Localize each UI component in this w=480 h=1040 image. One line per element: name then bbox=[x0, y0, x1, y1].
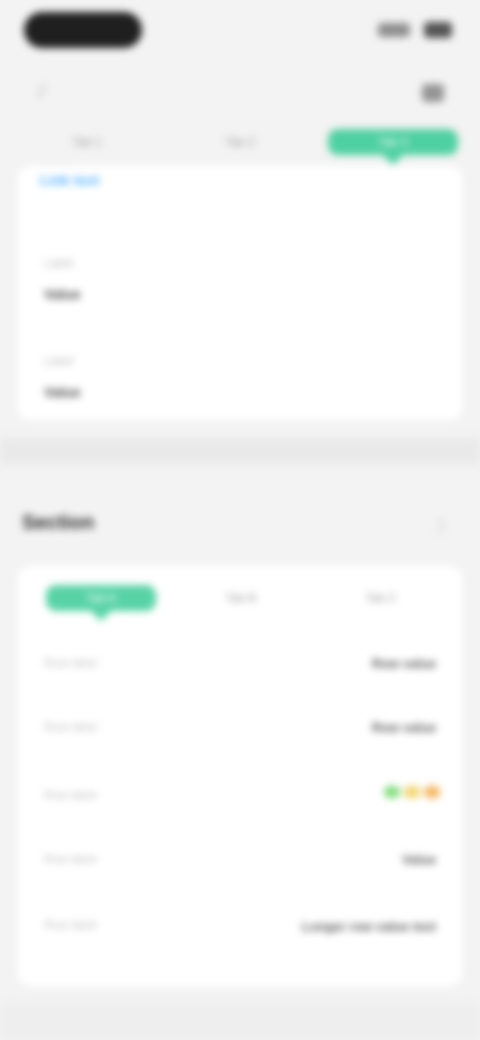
battery-icon bbox=[424, 22, 452, 38]
chevron-left-icon[interactable] bbox=[37, 84, 56, 98]
tab-a[interactable]: Tab A bbox=[46, 585, 156, 611]
tab-2[interactable]: Tab 2 bbox=[175, 135, 305, 149]
section-title: Section bbox=[22, 512, 95, 534]
link-text[interactable]: Link text bbox=[40, 172, 99, 188]
chevron-right-icon[interactable] bbox=[429, 517, 447, 535]
blurred-content: Tab 1 Tab 2 Tab 3 Link text Label Value … bbox=[0, 0, 480, 1040]
top-tabs: Tab 1 Tab 2 Tab 3 bbox=[22, 122, 458, 162]
tab-3[interactable]: Tab 3 bbox=[328, 129, 458, 155]
status-pill bbox=[24, 12, 142, 48]
color-dots bbox=[384, 786, 440, 798]
top-card bbox=[18, 166, 462, 420]
row-3-label: Row label bbox=[44, 788, 97, 802]
signal-icon bbox=[378, 23, 410, 37]
section-divider bbox=[0, 438, 480, 464]
row-2-label: Row label bbox=[44, 720, 97, 734]
field-1-label: Label bbox=[44, 256, 74, 270]
row-4-value: Value bbox=[402, 852, 436, 867]
dot-yellow bbox=[404, 786, 420, 798]
menu-icon[interactable] bbox=[422, 84, 444, 102]
bottom-tabs: Tab A Tab B Tab C bbox=[46, 584, 436, 612]
row-5-label: Row label bbox=[44, 918, 97, 932]
tab-c[interactable]: Tab C bbox=[326, 591, 436, 605]
row-4-label: Row label bbox=[44, 852, 97, 866]
field-2-label: Label bbox=[44, 354, 74, 368]
row-5-value: Longer row value text bbox=[301, 919, 436, 934]
row-1-value: Row value bbox=[371, 656, 436, 671]
dot-green bbox=[384, 786, 400, 798]
field-2-value: Value bbox=[44, 384, 81, 400]
row-2-value: Row value bbox=[371, 720, 436, 735]
phone-screen: Tab 1 Tab 2 Tab 3 Link text Label Value … bbox=[0, 0, 480, 1040]
status-right bbox=[378, 22, 452, 38]
tab-1[interactable]: Tab 1 bbox=[22, 135, 152, 149]
tab-b[interactable]: Tab B bbox=[186, 591, 296, 605]
field-1-value: Value bbox=[44, 286, 81, 302]
dot-orange bbox=[424, 786, 440, 798]
bottom-bar bbox=[0, 1002, 480, 1040]
row-1-label: Row label bbox=[44, 656, 97, 670]
